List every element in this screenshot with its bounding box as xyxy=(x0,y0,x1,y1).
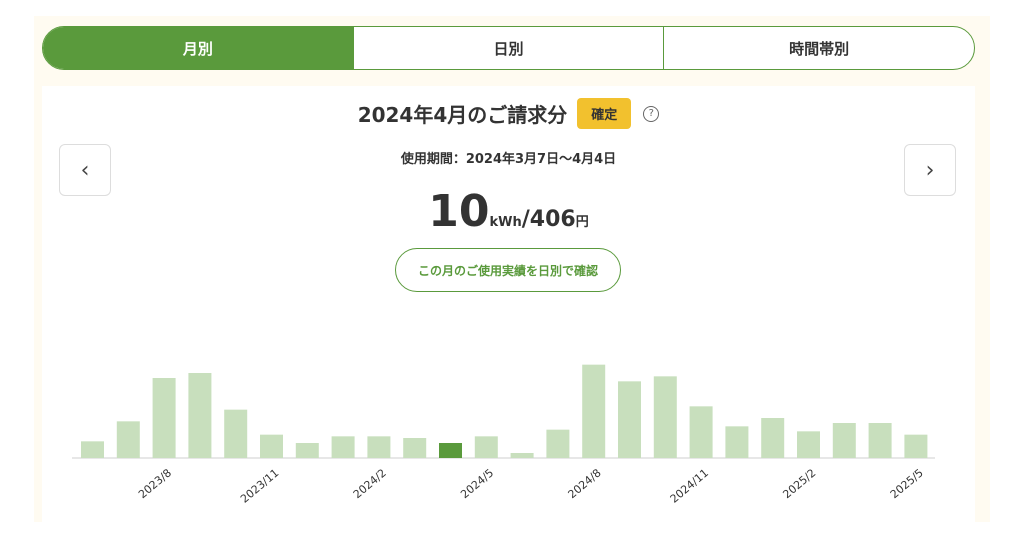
chart-bar-2023/6[interactable] xyxy=(81,441,104,458)
chart-bar-2023/12[interactable] xyxy=(295,443,319,458)
chart-bar-2024/7[interactable] xyxy=(546,429,570,458)
x-tick-label: 2024/5 xyxy=(458,466,496,501)
chart-bar-2024/12[interactable] xyxy=(725,426,749,458)
chart-bar-2025/5[interactable] xyxy=(904,434,928,458)
x-tick-label: 2025/5 xyxy=(888,466,926,501)
chart-bar-2024/4[interactable] xyxy=(439,443,462,458)
chart-bar-2024/11[interactable] xyxy=(689,406,713,458)
chart-bar-2024/1[interactable] xyxy=(331,436,355,458)
chart-bar-2023/8[interactable] xyxy=(152,378,176,458)
chart-bar-2023/10[interactable] xyxy=(224,409,248,458)
chart-bar-2024/6[interactable] xyxy=(510,453,534,458)
chart-bar-2023/9[interactable] xyxy=(188,373,212,458)
chart-bar-2025/1[interactable] xyxy=(761,418,785,458)
chart-bar-2024/5[interactable] xyxy=(474,436,498,458)
x-tick-label: 2023/8 xyxy=(136,466,174,501)
x-tick-label: 2023/11 xyxy=(238,466,281,505)
x-tick-label: 2024/11 xyxy=(668,466,711,505)
monthly-usage-chart: 2023/8 2023/11 2024/2 2024/5 2024/8 2024/11 20… xyxy=(72,364,935,506)
x-tick-label: 2025/2 xyxy=(780,466,818,501)
chart-bar-2024/8[interactable] xyxy=(582,364,606,458)
chart-bar-2025/2[interactable] xyxy=(797,431,820,458)
chart-bar-2024/10[interactable] xyxy=(653,376,677,458)
chart-bar-2025/4[interactable] xyxy=(868,423,892,458)
chart-bar-2023/11[interactable] xyxy=(260,434,283,458)
chart-bar-2024/9[interactable] xyxy=(618,381,641,458)
x-tick-label: 2024/2 xyxy=(351,466,389,501)
chart-bar-2024/3[interactable] xyxy=(403,438,427,458)
chart-bar-2024/2[interactable] xyxy=(367,436,391,458)
chart-bar-2025/3[interactable] xyxy=(832,423,856,458)
chart-bar-2023/7[interactable] xyxy=(116,421,140,458)
x-tick-label: 2024/8 xyxy=(566,466,604,501)
